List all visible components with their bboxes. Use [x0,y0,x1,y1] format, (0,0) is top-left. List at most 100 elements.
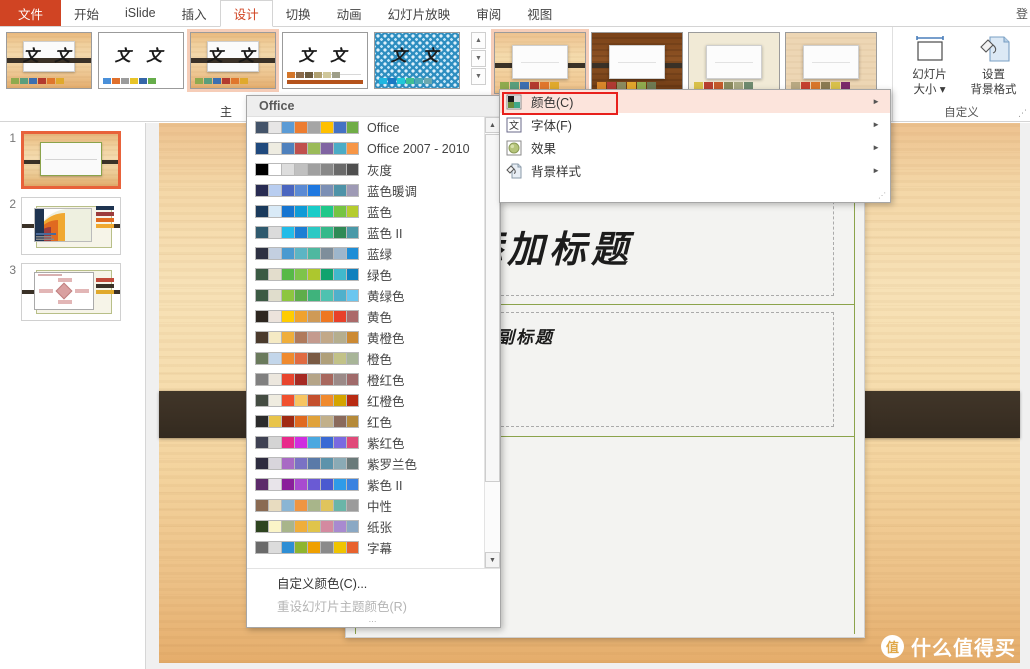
theme-color-row[interactable]: 黄橙色 [247,327,484,348]
variant-thumb-cream[interactable] [688,32,780,94]
theme-color-row[interactable]: 紫罗兰色 [247,453,484,474]
theme-preview-text: 文 文 [206,46,260,65]
tab-slideshow[interactable]: 幻灯片放映 [375,0,464,26]
theme-swatches [195,78,248,84]
slide-number: 2 [9,197,16,211]
tab-home[interactable]: 开始 [61,0,112,26]
tab-islide[interactable]: iSlide [112,0,169,26]
scrollbar-down-button[interactable]: ▼ [485,552,500,568]
format-background-icon [979,36,1010,62]
theme-thumb-wood-selected[interactable]: 文 文 [187,29,279,92]
tab-insert[interactable]: 插入 [169,0,220,26]
theme-color-swatches [255,436,359,449]
menu-item-effects[interactable]: 效果 ► [500,136,890,159]
theme-color-name: 紫罗兰色 [367,458,418,472]
theme-color-name: 蓝色 [367,206,393,220]
theme-color-row[interactable]: 灰度 [247,159,484,180]
theme-color-swatches [255,142,359,155]
themes-group-caption: 主 [220,105,233,119]
diagram-node [58,278,72,282]
theme-color-row[interactable]: 蓝色暖调 [247,180,484,201]
theme-color-swatches [255,394,359,407]
slide-thumbnail-3[interactable] [21,263,121,321]
theme-scroll-up-button[interactable]: ▲ [471,32,486,49]
theme-color-name: 紫色 II [367,479,403,493]
theme-color-swatches [255,226,359,239]
slide-thumbnail-2[interactable] [21,197,121,255]
tab-transitions[interactable]: 切换 [273,0,324,26]
slide-list-item-3[interactable]: 3 [4,263,145,321]
theme-color-row[interactable]: Office [247,117,484,138]
variants-dropdown-menu: 颜色(C) ► 文 字体(F) ► 效果 ► 背景样式 ► ⋰ [499,89,891,203]
tab-view[interactable]: 视图 [514,0,565,26]
colors-icon [506,94,522,110]
theme-color-swatches [255,121,359,134]
theme-color-row[interactable]: 黄色 [247,306,484,327]
theme-swatches [379,78,432,84]
theme-thumb-wood-1[interactable]: 文 文 [6,32,92,89]
effects-icon [506,140,522,156]
theme-color-swatches [255,289,359,302]
theme-color-swatches [255,415,359,428]
tab-review[interactable]: 审阅 [463,0,514,26]
customize-group: 幻灯片 大小 ▾ 设置 背景格式 自定义 [892,27,1030,121]
variant-thumb-tan[interactable] [785,32,877,94]
theme-color-row[interactable]: 黄绿色 [247,285,484,306]
theme-color-row[interactable]: 蓝色 [247,201,484,222]
theme-color-name: 纸张 [367,521,393,535]
slide-list-item-1[interactable]: 1 [4,131,145,189]
theme-preview-text: 文 文 [114,46,168,65]
variant-swatches [791,82,850,89]
menu-item-colors[interactable]: 颜色(C) ► [500,90,890,113]
theme-color-row[interactable]: 橙色 [247,348,484,369]
theme-color-row[interactable]: 纸张 [247,516,484,537]
theme-thumb-blue-pattern[interactable]: 文 文 [374,32,460,89]
menu-item-fonts[interactable]: 文 字体(F) ► [500,113,890,136]
theme-color-row[interactable]: 蓝色 II [247,222,484,243]
ribbon-resize-grip[interactable]: ⋰ [1018,108,1027,119]
tab-design[interactable]: 设计 [219,0,273,27]
theme-preview-text: 文 文 [390,46,444,65]
diagram-center [55,282,73,300]
theme-color-row[interactable]: 蓝绿 [247,243,484,264]
slide-thumbnail-1[interactable] [21,131,121,189]
variant-swatches [597,82,656,89]
theme-colors-rows: Office Office 2007 - 2010 灰度 蓝色暖调蓝色蓝色 II 蓝绿绿… [247,117,484,568]
theme-scroll-down-button[interactable]: ▼ [471,50,486,67]
theme-color-row[interactable]: 红橙色 [247,390,484,411]
slide-list-item-2[interactable]: 2 [4,197,145,255]
theme-gallery-scroll: ▲ ▼ ▼ [471,32,486,85]
theme-color-row[interactable]: 字幕 [247,537,484,558]
theme-color-row[interactable]: 中性 [247,495,484,516]
theme-more-button[interactable]: ▼ [471,68,486,85]
theme-colors-header: Office [247,96,500,117]
variant-thumb-light-wood[interactable] [491,29,589,97]
theme-color-swatches [255,310,359,323]
sign-in-label[interactable]: 登 [1016,5,1028,22]
customize-colors-command[interactable]: 自定义颜色(C)... [247,571,500,594]
theme-color-row[interactable]: 紫色 II [247,474,484,495]
theme-accent-bar [287,80,363,84]
theme-color-name: 中性 [367,500,393,514]
theme-color-row[interactable]: 紫红色 [247,432,484,453]
theme-color-row[interactable]: 橙红色 [247,369,484,390]
theme-thumb-plain[interactable]: 文 文 [282,32,368,89]
scrollbar-up-button[interactable]: ▲ [485,117,500,133]
watermark-logo-icon: 值 [881,635,904,658]
theme-color-name: 橙红色 [367,374,405,388]
tab-file[interactable]: 文件 [0,0,62,26]
menu-item-background-styles[interactable]: 背景样式 ► [500,159,890,182]
theme-colors-scrollbar[interactable]: ▲ ▼ [484,117,500,568]
variant-thumb-dark-wood[interactable] [591,32,683,94]
theme-color-swatches [255,499,359,512]
theme-color-row[interactable]: 红色 [247,411,484,432]
theme-color-row[interactable]: Office 2007 - 2010 [247,138,484,159]
variant-card [512,45,568,79]
tab-animations[interactable]: 动画 [324,0,375,26]
theme-color-row[interactable]: 绿色 [247,264,484,285]
theme-color-name: 蓝色 II [367,227,403,241]
theme-thumb-white[interactable]: 文 文 [98,32,184,89]
theme-color-name: 字幕 [367,542,393,556]
scrollbar-thumb[interactable] [485,134,500,482]
watermark: 值 什么值得买 [881,632,1016,661]
